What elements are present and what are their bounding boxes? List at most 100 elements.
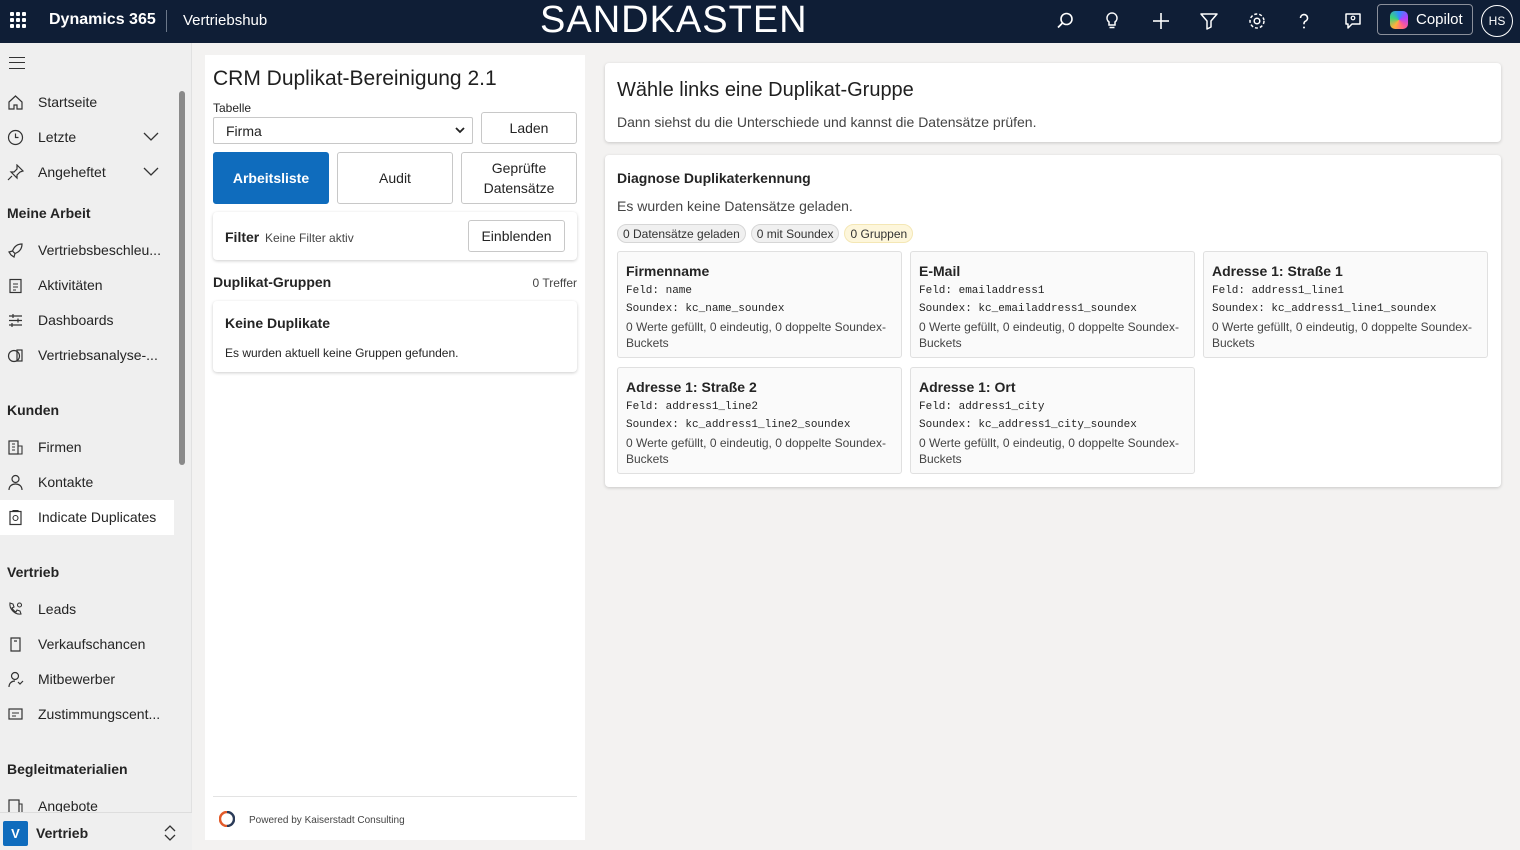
app-name[interactable]: Vertriebshub xyxy=(183,12,267,29)
field-card-soundex: Soundex: kc_address1_city_soundex xyxy=(919,419,1137,431)
environment-banner: SANDKASTEN xyxy=(540,0,808,41)
phone-person-icon xyxy=(9,602,23,615)
field-card: Adresse 1: Straße 2 Feld: address1_line2… xyxy=(617,367,902,474)
sidebar-item-dashboards[interactable]: Dashboards xyxy=(0,303,174,338)
add-icon[interactable] xyxy=(1149,9,1173,33)
field-card-title: E-Mail xyxy=(919,263,961,279)
sidebar-item-kontakte[interactable]: Kontakte xyxy=(0,465,174,500)
diagnose-card: Diagnose Duplikaterkennung Es wurden kei… xyxy=(605,155,1501,487)
area-label: Vertrieb xyxy=(36,825,89,841)
field-card-field: Feld: address1_city xyxy=(919,401,1045,413)
load-button[interactable]: Laden xyxy=(481,112,577,144)
diagnose-title: Diagnose Duplikaterkennung xyxy=(617,170,811,186)
field-card-soundex: Soundex: kc_emailaddress1_soundex xyxy=(919,303,1137,315)
section-title-vertrieb: Vertrieb xyxy=(7,564,60,580)
empty-state-text: Es wurden aktuell keine Gruppen gefunden… xyxy=(225,346,459,360)
tab-audit[interactable]: Audit xyxy=(337,152,453,204)
section-title-meine-arbeit: Meine Arbeit xyxy=(7,205,91,221)
sidebar-item-vertriebsanalyse[interactable]: Vertriebsanalyse-... xyxy=(0,338,174,373)
help-icon[interactable] xyxy=(1292,9,1316,33)
feedback-icon[interactable] xyxy=(1341,9,1365,33)
empty-state-card: Keine Duplikate Es wurden aktuell keine … xyxy=(213,301,577,372)
clock-icon xyxy=(7,129,24,146)
sidebar-item-label: Indicate Duplicates xyxy=(38,509,157,525)
tab-gepruefte-datensaetze[interactable]: Geprüfte Datensätze xyxy=(461,152,577,204)
person-icon xyxy=(8,474,23,491)
table-select[interactable]: Firma xyxy=(213,117,473,144)
filter-status: Keine Filter aktiv xyxy=(265,231,354,245)
settings-gear-icon[interactable] xyxy=(1245,9,1269,33)
quote-icon xyxy=(8,799,23,812)
empty-state-title: Keine Duplikate xyxy=(225,315,331,331)
table-label: Tabelle xyxy=(213,101,252,115)
diagnose-text: Es wurden keine Datensätze geladen. xyxy=(617,198,853,214)
sidebar-item-verkaufschancen[interactable]: Verkaufschancen xyxy=(0,627,174,662)
area-switcher[interactable]: V Vertrieb xyxy=(0,812,192,850)
chevron-down-icon[interactable] xyxy=(143,132,159,142)
document-icon xyxy=(10,637,21,652)
area-badge: V xyxy=(3,821,28,846)
selection-hint-card: Wähle links eine Duplikat-Gruppe Dann si… xyxy=(605,63,1501,142)
field-card-stats: 0 Werte gefüllt, 0 eindeutig, 0 doppelte… xyxy=(1212,320,1472,350)
section-title-kunden: Kunden xyxy=(7,402,60,418)
panel-footer: Powered by Kaiserstadt Consulting xyxy=(213,796,577,840)
clipboard-icon xyxy=(9,278,22,294)
lightbulb-icon[interactable] xyxy=(1100,9,1124,33)
field-card-field: Feld: emailaddress1 xyxy=(919,285,1045,297)
sidebar-item-label: Aktivitäten xyxy=(38,277,103,293)
chevron-down-icon[interactable] xyxy=(143,167,159,177)
field-card-soundex: Soundex: kc_address1_line2_soundex xyxy=(626,419,851,431)
field-card: Firmenname Feld: name Soundex: kc_name_s… xyxy=(617,251,902,358)
sidebar-item-label: Firmen xyxy=(38,439,82,455)
building-icon xyxy=(8,440,23,455)
sidebar-item-indicate-duplicates[interactable]: Indicate Duplicates xyxy=(0,500,174,535)
powered-by-text: Powered by Kaiserstadt Consulting xyxy=(249,815,405,826)
sidebar-item-firmen[interactable]: Firmen xyxy=(0,430,174,465)
sidebar-item-label: Leads xyxy=(38,601,77,617)
sidebar-item-mitbewerber[interactable]: Mitbewerber xyxy=(0,662,174,697)
sidebar-scrollbar[interactable] xyxy=(179,91,185,465)
sidebar-item-leads[interactable]: Leads xyxy=(0,592,174,627)
competitor-icon xyxy=(8,671,24,688)
user-avatar[interactable]: HS xyxy=(1481,5,1513,37)
table-select-value: Firma xyxy=(226,123,262,139)
field-card-stats: 0 Werte gefüllt, 0 eindeutig, 0 doppelte… xyxy=(626,320,886,350)
copilot-label: Copilot xyxy=(1416,11,1463,28)
show-filter-button[interactable]: Einblenden xyxy=(468,220,565,252)
sidebar-item-startseite[interactable]: Startseite xyxy=(0,85,174,120)
field-card-field: Feld: name xyxy=(626,285,693,297)
diagnose-chips: 0 Datensätze geladen 0 mit Soundex 0 Gru… xyxy=(617,224,914,243)
brand-title[interactable]: Dynamics 365 xyxy=(49,11,156,29)
sidebar-item-angebote[interactable]: Angebote xyxy=(0,789,174,812)
kaiserstadt-logo-icon xyxy=(219,811,235,827)
sidebar-item-aktivitaeten[interactable]: Aktivitäten xyxy=(0,268,174,303)
field-card-stats: 0 Werte gefüllt, 0 eindeutig, 0 doppelte… xyxy=(626,436,886,466)
search-icon[interactable] xyxy=(1053,9,1077,33)
sidebar-item-letzte[interactable]: Letzte xyxy=(0,120,174,155)
filter-bar: Filter Keine Filter aktiv Einblenden xyxy=(213,212,577,260)
sidebar-item-vertriebsbeschleunigung[interactable]: Vertriebsbeschleu... xyxy=(0,233,174,268)
analytics-icon xyxy=(7,349,23,363)
filter-label: Filter xyxy=(225,229,260,245)
field-card: Adresse 1: Straße 1 Feld: address1_line1… xyxy=(1203,251,1488,358)
field-card-title: Adresse 1: Straße 2 xyxy=(626,379,757,395)
field-card-field: Feld: address1_line2 xyxy=(626,401,759,413)
sidebar-item-label: Angeheftet xyxy=(38,164,106,180)
home-icon xyxy=(8,95,23,110)
sidebar-item-angeheftet[interactable]: Angeheftet xyxy=(0,155,174,190)
field-card-stats: 0 Werte gefüllt, 0 eindeutig, 0 doppelte… xyxy=(919,320,1179,350)
hamburger-menu-icon[interactable] xyxy=(9,57,25,69)
app-launcher-icon[interactable] xyxy=(10,12,26,28)
soundex-count-badge: 0 mit Soundex xyxy=(750,224,840,243)
tab-arbeitsliste[interactable]: Arbeitsliste xyxy=(213,152,329,204)
sidebar-item-label: Mitbewerber xyxy=(38,671,116,687)
sidebar-item-zustimmungscenter[interactable]: Zustimmungscent... xyxy=(0,697,174,732)
copilot-button[interactable]: Copilot xyxy=(1377,4,1473,35)
field-card-soundex: Soundex: kc_address1_line1_soundex xyxy=(1212,303,1437,315)
groups-title: Duplikat-Gruppen xyxy=(213,274,332,290)
sidebar-item-label: Vertriebsanalyse-... xyxy=(38,347,158,363)
field-card-stats: 0 Werte gefüllt, 0 eindeutig, 0 doppelte… xyxy=(919,436,1179,466)
filter-icon[interactable] xyxy=(1197,9,1221,33)
sidebar-item-label: Dashboards xyxy=(38,312,114,328)
selection-hint-text: Dann siehst du die Unterschiede und kann… xyxy=(617,114,1037,130)
